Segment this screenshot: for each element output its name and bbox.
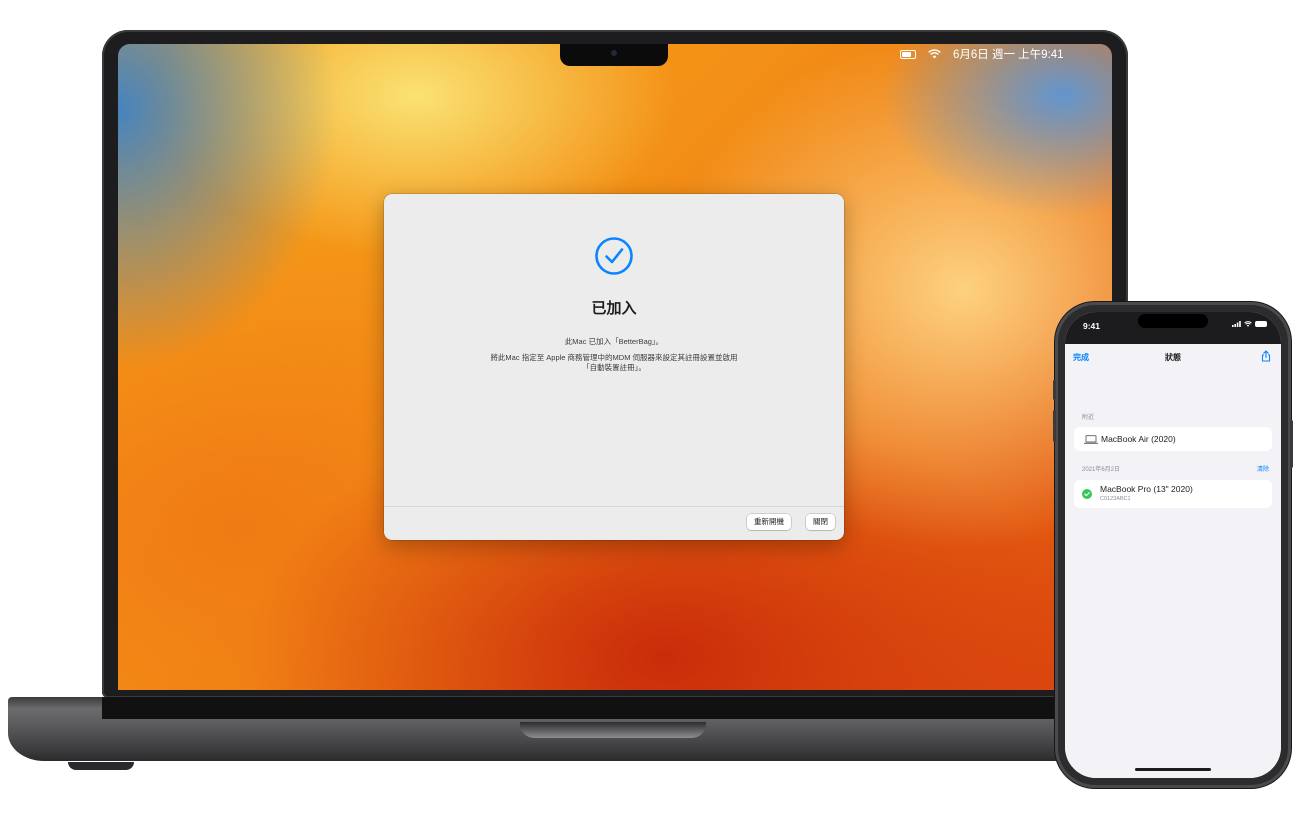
close-button[interactable]: 關閉 bbox=[806, 514, 835, 530]
wifi-icon[interactable] bbox=[928, 49, 941, 59]
iphone-screen: 9:41 完成 狀態 附近 MacBook Air (2020) 2021年6月… bbox=[1065, 312, 1281, 778]
checkmark-circle-icon bbox=[1082, 489, 1092, 499]
dialog-message-instructions: 將此Mac 指定至 Apple 商務管理中的MDM 伺服器來設定其註冊設置並啟用… bbox=[490, 353, 738, 372]
dynamic-island bbox=[1138, 314, 1208, 328]
signal-icon bbox=[1232, 321, 1241, 327]
battery-icon bbox=[1255, 321, 1267, 327]
wifi-icon bbox=[1244, 321, 1252, 327]
device-row-history[interactable]: MacBook Pro (13" 2020) C0123ABC1 bbox=[1074, 480, 1272, 508]
phone-volume-button bbox=[1053, 380, 1056, 400]
device-name: MacBook Air (2020) bbox=[1101, 434, 1176, 444]
device-row-nearby[interactable]: MacBook Air (2020) bbox=[1074, 427, 1272, 451]
section-label-date: 2021年6月2日 bbox=[1082, 467, 1121, 473]
home-indicator[interactable] bbox=[1135, 768, 1211, 771]
camera-notch bbox=[560, 44, 668, 66]
menubar-datetime[interactable]: 6月6日 週一 上午9:41 bbox=[953, 46, 1064, 62]
device-serial: C0123ABC1 bbox=[1100, 496, 1131, 502]
phone-time: 9:41 bbox=[1083, 321, 1101, 331]
checkmark-circle-icon bbox=[595, 237, 633, 275]
nav-title: 狀態 bbox=[1165, 353, 1181, 362]
battery-icon[interactable] bbox=[900, 49, 916, 59]
share-icon[interactable] bbox=[1260, 350, 1272, 362]
dialog-title: 已加入 bbox=[591, 300, 637, 317]
macbook-thumb-notch bbox=[520, 722, 706, 738]
phone-status-bar: 9:41 bbox=[1065, 312, 1281, 344]
macbook-keyboard-edge bbox=[102, 697, 1128, 719]
mac-menubar: 6月6日 週一 上午9:41 bbox=[900, 44, 1064, 64]
status-sheet: 完成 狀態 附近 MacBook Air (2020) 2021年6月2日 清除… bbox=[1065, 344, 1281, 778]
device-name: MacBook Pro (13" 2020) bbox=[1100, 484, 1193, 494]
restart-button[interactable]: 重新開機 bbox=[747, 514, 791, 530]
dialog-message-joined: 此Mac 已加入「BetterBag」。 bbox=[564, 337, 664, 346]
section-label-nearby: 附近 bbox=[1082, 415, 1095, 421]
laptop-icon bbox=[1084, 435, 1098, 444]
enrollment-dialog: 已加入 此Mac 已加入「BetterBag」。 將此Mac 指定至 Apple… bbox=[384, 194, 844, 540]
phone-side-button bbox=[1290, 420, 1293, 468]
phone-volume-button bbox=[1053, 410, 1056, 442]
clear-button[interactable]: 清除 bbox=[1257, 464, 1269, 473]
dialog-divider bbox=[384, 506, 844, 507]
macbook-foot bbox=[68, 762, 134, 770]
phone-status-icons bbox=[1232, 321, 1267, 327]
